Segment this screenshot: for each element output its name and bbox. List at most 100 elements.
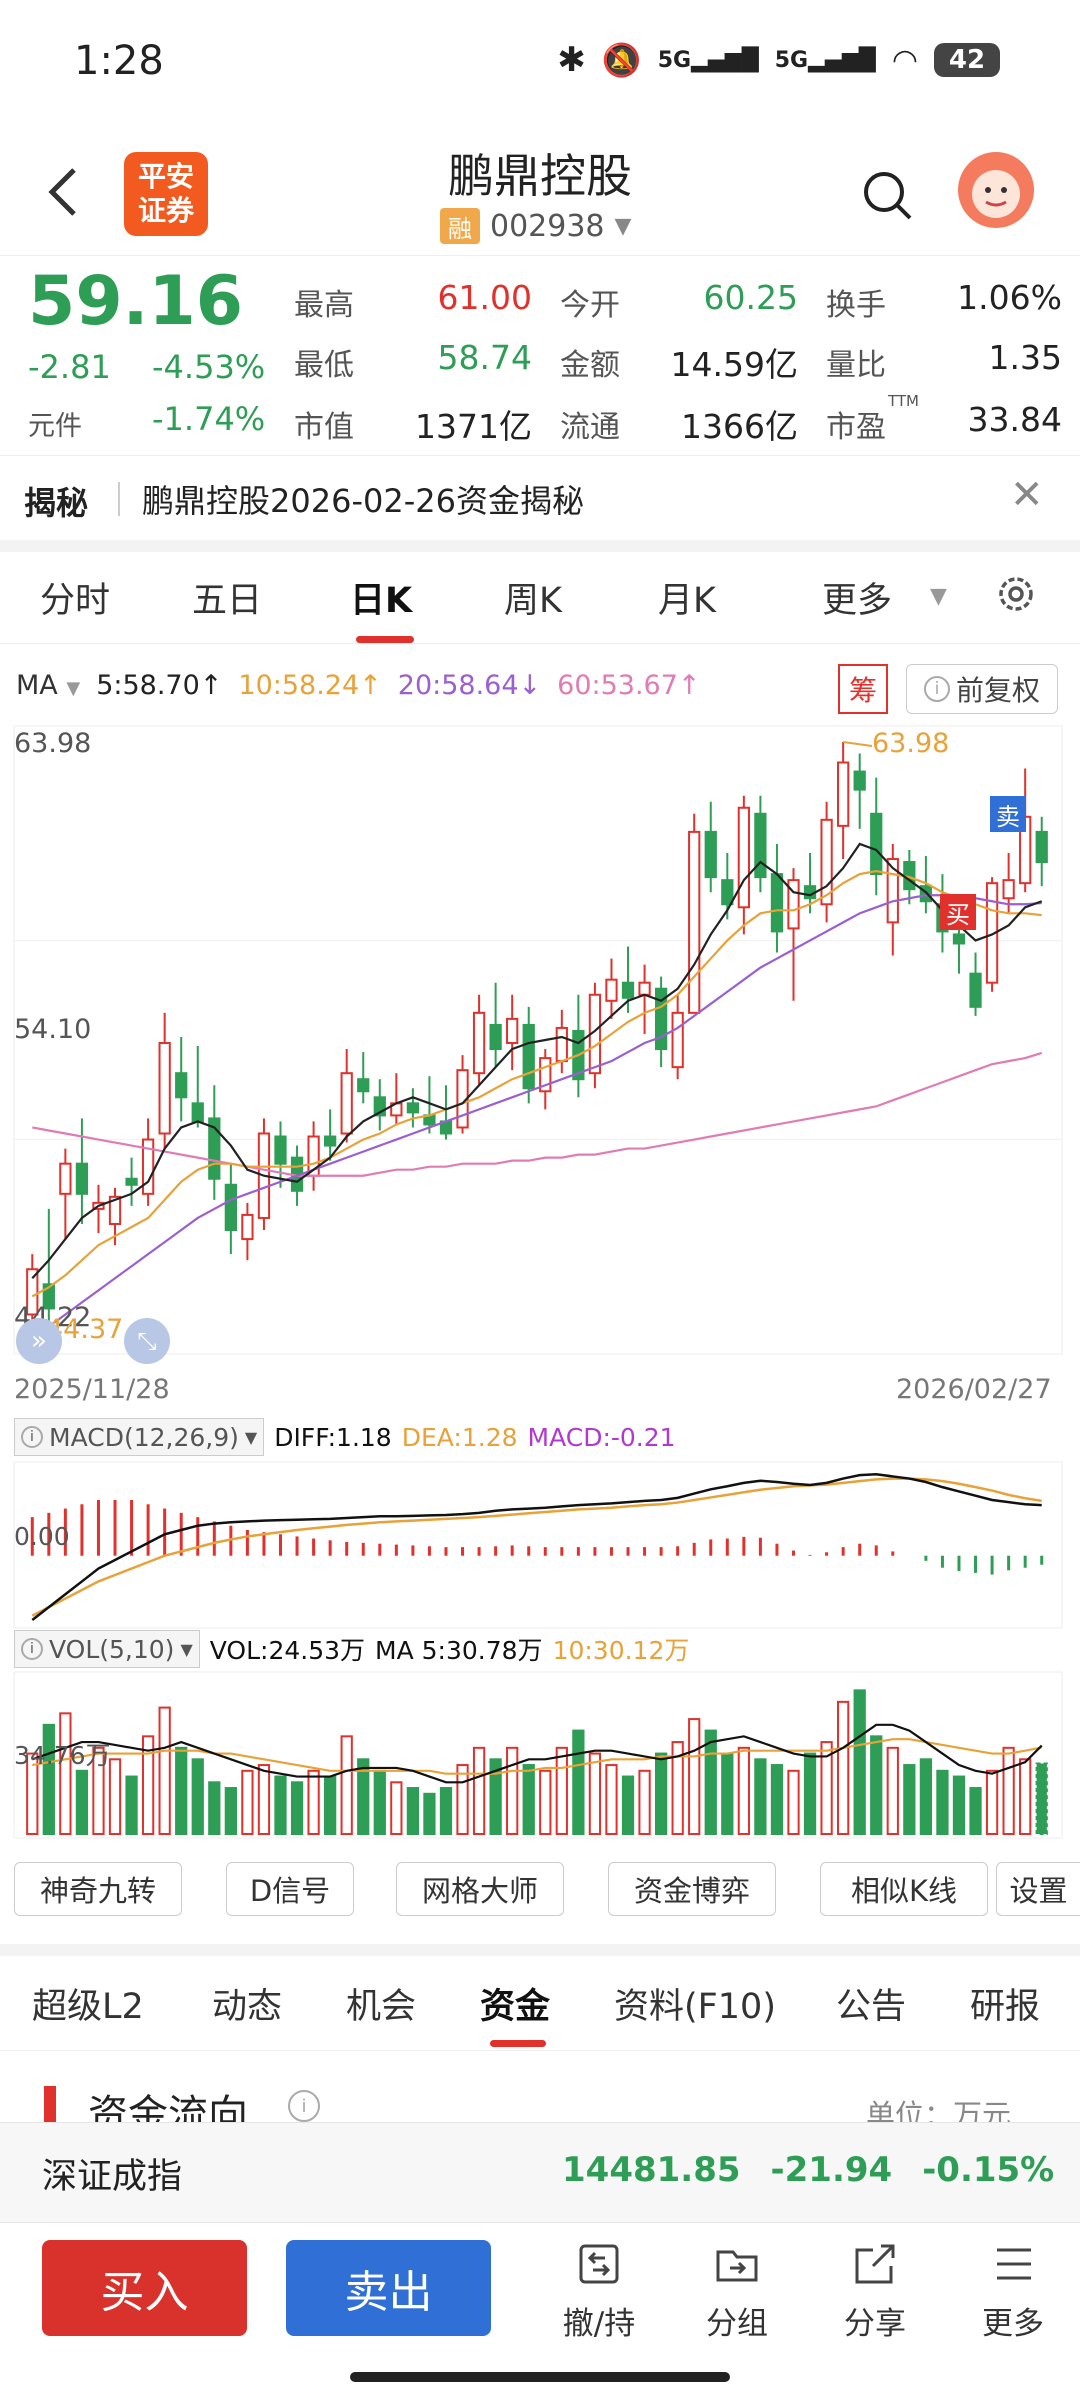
volume-bar <box>539 1769 552 1836</box>
volume-bar <box>605 1764 618 1835</box>
caret-down-icon: ▼ <box>180 1639 193 1659</box>
buy-button[interactable]: 买入 <box>42 2240 247 2336</box>
divider <box>118 482 120 516</box>
index-change-pct: -0.15% <box>922 2150 1055 2190</box>
volume-bar <box>439 1787 453 1835</box>
ma-legend[interactable]: MA ▼ 5:58.70↑ 10:58.24↑ 20:58.64↓ 60:53.… <box>16 670 701 701</box>
cancel-order-icon <box>579 2244 619 2284</box>
high-label: 最高 <box>294 288 354 323</box>
tool-d-signal[interactable]: D信号 <box>226 1862 354 1916</box>
volume-bar <box>274 1775 287 1835</box>
volume-bar <box>59 1712 72 1836</box>
price-change: -2.81 <box>28 348 111 386</box>
volume-bar <box>555 1746 568 1835</box>
tool-similar-kline[interactable]: 相似K线 <box>820 1862 988 1916</box>
folder-icon <box>716 2250 758 2282</box>
tab-intraday[interactable]: 分时 <box>40 572 110 623</box>
tab-super-l2[interactable]: 超级L2 <box>32 1978 144 2029</box>
group-button[interactable]: 分组 <box>682 2240 792 2350</box>
tab-profile[interactable]: 资料(F10) <box>614 1978 776 2029</box>
candle <box>175 1072 188 1099</box>
tab-five-day[interactable]: 五日 <box>192 572 262 623</box>
candle <box>191 1102 204 1123</box>
reveal-text[interactable]: 鹏鼎控股2026-02-26资金揭秘 <box>142 476 584 522</box>
volume-bar <box>919 1758 933 1835</box>
tab-research[interactable]: 研报 <box>970 1978 1040 2029</box>
high-value: 61.00 <box>437 278 532 317</box>
candle <box>125 1177 138 1186</box>
mcap-value: 1371亿 <box>415 407 532 446</box>
settings-button[interactable] <box>994 572 1038 620</box>
vol-label: VOL(5,10) <box>49 1634 175 1664</box>
volume-bar <box>257 1764 271 1835</box>
info-icon[interactable]: i <box>288 2090 320 2122</box>
tab-news[interactable]: 动态 <box>212 1978 282 2029</box>
info-icon: i <box>21 1426 43 1448</box>
home-indicator[interactable] <box>350 2372 730 2382</box>
kline-chart[interactable] <box>0 720 1080 1370</box>
tool-fund-game[interactable]: 资金博弈 <box>608 1862 776 1916</box>
vol-indicator-selector[interactable]: i VOL(5,10) ▼ <box>14 1630 200 1668</box>
candle <box>1035 830 1048 864</box>
tab-monthly-k[interactable]: 月K <box>658 572 716 623</box>
close-icon[interactable]: ✕ <box>1010 472 1044 518</box>
macd-value: MACD:-0.21 <box>527 1422 676 1452</box>
volume-bar <box>506 1746 519 1835</box>
caret-down-icon: ▼ <box>614 213 632 239</box>
tool-grid-master[interactable]: 网格大师 <box>396 1862 564 1916</box>
tool-settings[interactable]: 设置 <box>996 1862 1080 1916</box>
volume-bar <box>307 1769 320 1836</box>
expand-left-button[interactable]: » <box>16 1318 62 1364</box>
low-label: 最低 <box>294 348 354 383</box>
candle <box>59 1162 72 1195</box>
ma5-value: 5:58.70↑ <box>96 670 223 701</box>
macd-legend[interactable]: i MACD(12,26,9) ▼ DIFF:1.18 DEA:1.28 MAC… <box>14 1418 676 1456</box>
low-value: 58.74 <box>437 338 532 377</box>
volume-bar <box>803 1752 817 1835</box>
volume-bar <box>406 1787 420 1835</box>
stock-code-selector[interactable]: 融 002938 ▼ <box>440 208 631 244</box>
avatar[interactable] <box>958 152 1034 228</box>
ma20-line <box>31 894 1042 1340</box>
macd-indicator-selector[interactable]: i MACD(12,26,9) ▼ <box>14 1418 265 1456</box>
volume-bar <box>1002 1746 1015 1835</box>
ma10-value: 10:58.24↑ <box>238 670 382 701</box>
candle <box>340 1072 353 1135</box>
volume-bar <box>886 1746 899 1835</box>
vol-ma5-value: MA 5:30.78万 <box>375 1636 543 1665</box>
adjust-mode-button[interactable]: i 前复权 <box>906 664 1058 714</box>
cancel-hold-button[interactable]: 撤/持 <box>544 2240 654 2350</box>
tab-capital[interactable]: 资金 <box>480 1978 550 2029</box>
gear-icon <box>999 577 1033 611</box>
candle <box>489 1023 502 1051</box>
index-value: 14481.85 <box>562 2150 741 2190</box>
mcap-label: 市值 <box>294 410 354 445</box>
vol-legend[interactable]: i VOL(5,10) ▼ VOL:24.53万 MA 5:30.78万 10:… <box>14 1630 689 1668</box>
volume-bar <box>770 1764 784 1835</box>
candle <box>357 1078 370 1093</box>
tab-more[interactable]: 更多 <box>822 572 892 623</box>
tab-daily-k[interactable]: 日K <box>350 572 412 623</box>
tab-announcements[interactable]: 公告 <box>836 1978 906 2029</box>
more-button[interactable]: 更多 <box>958 2240 1068 2350</box>
tab-weekly-k[interactable]: 周K <box>504 572 562 623</box>
tool-magic-nine[interactable]: 神奇九转 <box>14 1862 182 1916</box>
volume-chart[interactable] <box>0 1670 1080 1840</box>
sell-button[interactable]: 卖出 <box>286 2240 491 2336</box>
volume-bar <box>969 1787 982 1835</box>
turnover-value: 1.06% <box>957 278 1062 317</box>
wifi-icon: ◠ <box>891 42 918 78</box>
volume-bar <box>688 1718 701 1835</box>
macd-chart[interactable] <box>0 1460 1080 1630</box>
chip-distribution-button[interactable]: 筹 <box>838 664 888 714</box>
macd-axis: 0.00 <box>14 1522 70 1551</box>
float-label: 流通 <box>560 410 620 445</box>
volume-bar <box>75 1769 89 1836</box>
fullscreen-button[interactable]: ⤡ <box>124 1318 170 1364</box>
tab-opportunity[interactable]: 机会 <box>346 1978 416 2029</box>
share-button[interactable]: 分享 <box>820 2240 930 2350</box>
status-time: 1:28 <box>74 38 164 84</box>
search-button[interactable] <box>858 166 918 226</box>
adjust-mode-label: 前复权 <box>955 674 1040 707</box>
candle <box>158 1042 171 1135</box>
